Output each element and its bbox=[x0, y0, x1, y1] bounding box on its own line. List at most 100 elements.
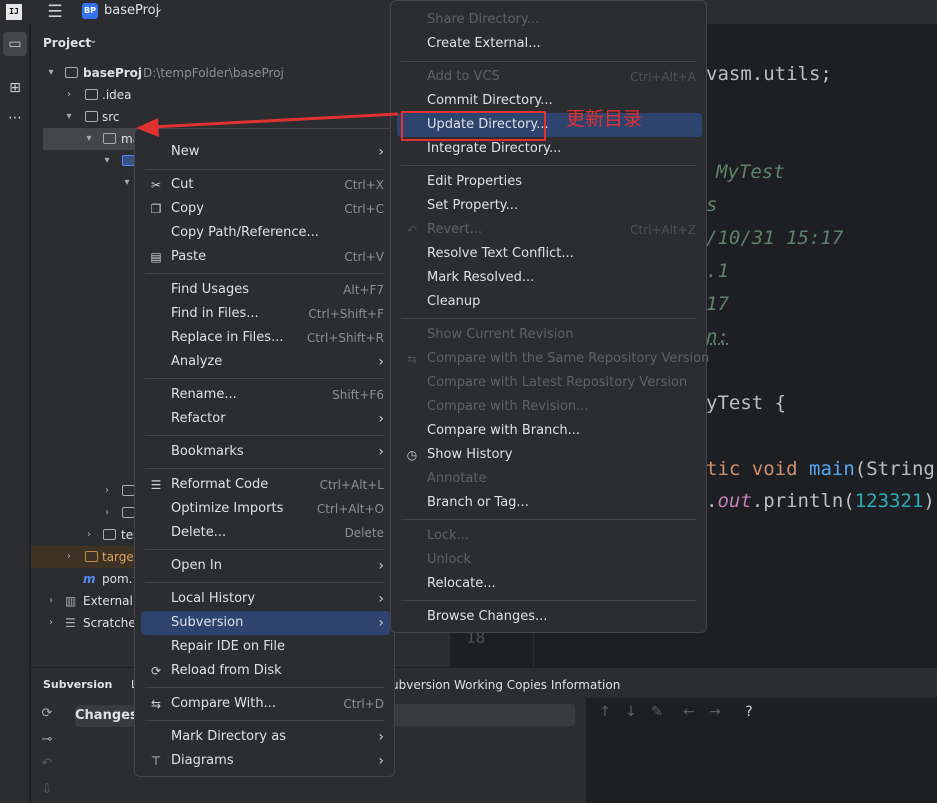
menu-separator bbox=[145, 435, 384, 436]
menu-item-resolve-conflict[interactable]: Resolve Text Conflict... bbox=[397, 242, 702, 266]
project-panel-title[interactable]: Project bbox=[43, 36, 91, 50]
menu-separator bbox=[145, 169, 384, 170]
annotation-highlight-box bbox=[401, 111, 546, 141]
menu-item-find-usages[interactable]: Find Usages Alt+F7 bbox=[141, 278, 390, 302]
menu-item-optimize-imports[interactable]: Optimize Imports Ctrl+Alt+O bbox=[141, 497, 390, 521]
expand-arrow-icon[interactable]: ▾ bbox=[121, 172, 133, 194]
arrow-up-icon[interactable]: ↑ bbox=[596, 704, 614, 720]
menu-item-cleanup[interactable]: Cleanup bbox=[397, 290, 702, 314]
arrow-right-icon[interactable]: → bbox=[706, 704, 724, 720]
project-switcher[interactable]: baseProj bbox=[104, 3, 159, 18]
menu-item-lock: Lock... bbox=[427, 528, 470, 543]
commit-icon[interactable]: ⊸ bbox=[39, 732, 55, 747]
menu-item-commit-directory[interactable]: Commit Directory... bbox=[397, 89, 702, 113]
changes-tab[interactable]: Changes bbox=[75, 705, 138, 727]
collapse-arrow-icon[interactable]: › bbox=[63, 546, 75, 568]
menu-item-repair-ide[interactable]: Repair IDE on File bbox=[141, 635, 390, 659]
chevron-right-icon: › bbox=[378, 411, 384, 427]
more-icon[interactable]: ⋯ bbox=[3, 106, 27, 130]
menu-separator bbox=[145, 273, 384, 274]
menu-item-relocate[interactable]: Relocate... bbox=[397, 572, 702, 596]
collapse-arrow-icon[interactable]: › bbox=[101, 480, 113, 502]
menu-item-analyze[interactable]: Analyze › bbox=[141, 350, 390, 374]
menu-item-diagrams[interactable]: ⊤ Diagrams › bbox=[141, 749, 390, 773]
tree-row-src[interactable]: ▾ src bbox=[31, 106, 450, 128]
library-icon: ▥ bbox=[65, 594, 77, 608]
intellij-logo: IJ bbox=[6, 4, 22, 20]
menu-item-mark-resolved[interactable]: Mark Resolved... bbox=[397, 266, 702, 290]
code-keyword: tic bbox=[706, 458, 741, 480]
tree-root-path: D:\tempFolder\baseProj bbox=[143, 66, 284, 80]
menu-item-revert: ↶ Revert... Ctrl+Alt+Z bbox=[397, 218, 702, 242]
menu-item-edit-properties[interactable]: Edit Properties bbox=[397, 170, 702, 194]
menu-item-delete[interactable]: Delete... Delete bbox=[141, 521, 390, 545]
download-icon[interactable]: ⇩ bbox=[39, 782, 55, 797]
menu-separator bbox=[401, 519, 696, 520]
expand-arrow-icon[interactable]: ▾ bbox=[101, 150, 113, 172]
tree-row-idea[interactable]: › .idea bbox=[31, 84, 450, 106]
menu-item-add-to-vcs: Add to VCS Ctrl+Alt+A bbox=[427, 69, 696, 84]
menu-item-paste[interactable]: ▤ Paste Ctrl+V bbox=[141, 245, 390, 269]
arrow-left-icon[interactable]: ← bbox=[680, 704, 698, 720]
code-line-doc-since: 17 bbox=[706, 293, 729, 315]
reformat-icon: ☰ bbox=[150, 478, 162, 492]
tree-root-name: baseProj bbox=[83, 66, 143, 80]
menu-item-find-in-files[interactable]: Find in Files... Ctrl+Shift+F bbox=[141, 302, 390, 326]
folder-icon bbox=[85, 111, 98, 122]
menu-item-create-external[interactable]: Create External... bbox=[397, 32, 702, 56]
collapse-arrow-icon[interactable]: › bbox=[45, 612, 57, 634]
chevron-right-icon: › bbox=[378, 144, 384, 160]
undo-icon[interactable]: ↶ bbox=[39, 756, 55, 771]
collapse-arrow-icon[interactable]: › bbox=[45, 590, 57, 612]
chevron-down-icon[interactable]: ⌄ bbox=[89, 35, 97, 46]
help-icon[interactable]: ? bbox=[740, 704, 758, 720]
revert-icon: ↶ bbox=[406, 223, 418, 237]
menu-item-copy-path[interactable]: Copy Path/Reference... bbox=[141, 221, 390, 245]
edit-icon[interactable]: ✎ bbox=[648, 704, 666, 720]
refresh-icon[interactable]: ⟳ bbox=[39, 706, 55, 721]
chevron-right-icon: › bbox=[378, 354, 384, 370]
project-folder-icon[interactable]: ▭ bbox=[3, 32, 27, 56]
structure-icon[interactable]: ⊞ bbox=[3, 76, 27, 100]
tool-window-strip: ▭ ⊞ ⋯ bbox=[0, 24, 30, 803]
menu-item-show-current-revision: Show Current Revision bbox=[427, 327, 574, 342]
menu-item-branch-or-tag[interactable]: Branch or Tag... bbox=[397, 491, 702, 515]
menu-item-open-in[interactable]: Open In › bbox=[141, 554, 390, 578]
menu-item-local-history[interactable]: Local History › bbox=[141, 587, 390, 611]
collapse-arrow-icon[interactable]: › bbox=[101, 502, 113, 524]
working-copies-info-tab[interactable]: ubversion Working Copies Information bbox=[391, 678, 620, 692]
menu-item-set-property[interactable]: Set Property... bbox=[397, 194, 702, 218]
menu-item-subversion[interactable]: Subversion › bbox=[141, 611, 390, 635]
menu-item-reformat-code[interactable]: ☰ Reformat Code Ctrl+Alt+L bbox=[141, 473, 390, 497]
expand-arrow-icon[interactable]: ▾ bbox=[83, 128, 95, 150]
menu-item-browse-changes[interactable]: Browse Changes... bbox=[397, 605, 702, 629]
chevron-right-icon: › bbox=[378, 729, 384, 745]
tree-row-root[interactable]: ▾ baseProj D:\tempFolder\baseProj bbox=[31, 62, 450, 84]
scratches-icon: ☰ bbox=[65, 616, 76, 630]
main-menu-icon[interactable]: ☰ bbox=[44, 2, 66, 22]
collapse-arrow-icon[interactable]: › bbox=[63, 84, 75, 106]
subversion-submenu: Share Directory... Create External... Ad… bbox=[390, 0, 709, 633]
tool-window-title[interactable]: Subversion bbox=[43, 678, 112, 691]
menu-item-compare-with[interactable]: ⇆ Compare With... Ctrl+D bbox=[141, 692, 390, 716]
menu-item-cut[interactable]: ✂ Cut Ctrl+X bbox=[141, 173, 390, 197]
menu-item-replace-in-files[interactable]: Replace in Files... Ctrl+Shift+R bbox=[141, 326, 390, 350]
menu-item-refactor[interactable]: Refactor › bbox=[141, 407, 390, 431]
code-number: 123321 bbox=[854, 490, 924, 512]
filter-field[interactable] bbox=[391, 704, 575, 726]
expand-arrow-icon[interactable]: ▾ bbox=[63, 106, 75, 128]
collapse-arrow-icon[interactable]: › bbox=[83, 524, 95, 546]
expand-arrow-icon[interactable]: ▾ bbox=[45, 62, 57, 84]
menu-item-compare-with-branch[interactable]: Compare with Branch... bbox=[397, 419, 702, 443]
chevron-down-icon[interactable]: ⌄ bbox=[154, 2, 163, 15]
menu-item-new[interactable]: New › bbox=[141, 140, 390, 164]
project-badge[interactable]: BP bbox=[82, 3, 98, 19]
menu-item-reload-from-disk[interactable]: ⟳ Reload from Disk bbox=[141, 659, 390, 683]
code-method-name: main bbox=[809, 458, 855, 480]
menu-item-mark-directory-as[interactable]: Mark Directory as › bbox=[141, 725, 390, 749]
menu-item-rename[interactable]: Rename... Shift+F6 bbox=[141, 383, 390, 407]
menu-item-bookmarks[interactable]: Bookmarks › bbox=[141, 440, 390, 464]
arrow-down-icon[interactable]: ↓ bbox=[622, 704, 640, 720]
menu-item-copy[interactable]: ❐ Copy Ctrl+C bbox=[141, 197, 390, 221]
menu-item-show-history[interactable]: ◷ Show History bbox=[397, 443, 702, 467]
